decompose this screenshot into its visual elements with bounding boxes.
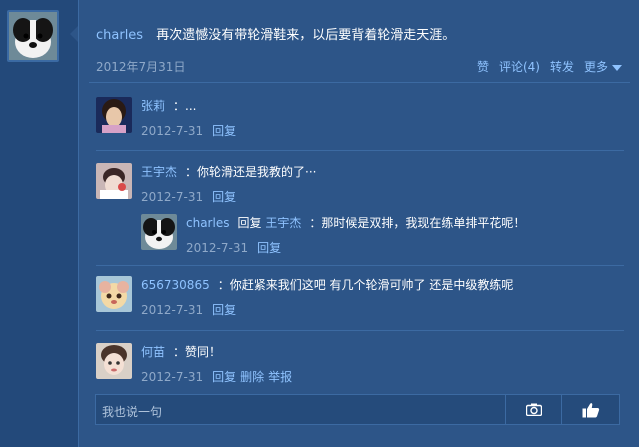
more-label: 更多: [583, 60, 608, 74]
comment-text: ...: [185, 99, 197, 113]
more-menu[interactable]: 更多: [584, 58, 622, 75]
commenter-avatar[interactable]: [96, 276, 132, 312]
repost-link[interactable]: 转发: [550, 58, 574, 75]
chevron-down-icon: [612, 64, 622, 71]
reply-content: charles 回复 王宇杰 ：那时候是双排，我现在练单排平花呢！: [186, 214, 525, 231]
divider: [96, 265, 624, 266]
comment-content: 656730865 ：你赶紧来我们这吧 有几个轮滑可帅了 还是中级教练呢: [141, 276, 513, 293]
comment-meta: 2012-7-31 回复: [186, 239, 285, 256]
reply-link[interactable]: 回复: [257, 241, 281, 255]
reply-link[interactable]: 回复: [212, 124, 236, 138]
reply-target-name[interactable]: 王宇杰: [265, 216, 301, 230]
camera-icon: [525, 403, 542, 416]
divider: [96, 330, 624, 331]
comment-content: 王宇杰 ：你轮滑还是我教的了···: [141, 163, 316, 180]
post-text: 再次遗憾没有带轮滑鞋来，以后要背着轮滑走天涯。: [156, 28, 456, 43]
like-link[interactable]: 赞: [477, 58, 489, 75]
card-pointer: [70, 26, 78, 42]
comment-link[interactable]: 评论(4): [499, 58, 540, 75]
post-author-link[interactable]: charles: [96, 28, 143, 43]
post-actions: 赞 评论(4) 转发 更多: [477, 58, 622, 75]
thumbs-up-icon: [582, 402, 599, 417]
comment-meta: 2012-7-31 回复: [141, 301, 240, 318]
reply-link[interactable]: 回复: [212, 303, 236, 317]
comment-colon: ：: [173, 99, 186, 113]
comment-colon: ：: [309, 216, 322, 230]
post-card: charles 再次遗憾没有带轮滑鞋来，以后要背着轮滑走天涯。 2012年7月3…: [78, 0, 639, 447]
commenter-avatar[interactable]: [96, 163, 132, 199]
comment-text: 你赶紧来我们这吧 有几个轮滑可帅了 还是中级教练呢: [229, 278, 514, 292]
divider: [89, 82, 630, 83]
comment-content: 何苗 ：赞同！: [141, 343, 221, 360]
commenter-name[interactable]: 王宇杰: [141, 165, 177, 179]
delete-link[interactable]: 删除: [240, 370, 264, 384]
thumbs-up-button[interactable]: [562, 395, 619, 424]
comment-meta: 2012-7-31 回复 删除 举报: [141, 368, 296, 385]
reply-word: 回复: [237, 216, 262, 230]
commenter-avatar[interactable]: [96, 97, 132, 133]
post-author-avatar[interactable]: [7, 10, 59, 62]
commenter-avatar[interactable]: [96, 343, 132, 379]
comment-date: 2012-7-31: [141, 124, 204, 138]
commenter-name[interactable]: charles: [186, 216, 229, 230]
comment-colon: ：: [217, 278, 230, 292]
comment-colon: ：: [173, 345, 186, 359]
left-column: [0, 0, 78, 447]
comment-date: 2012-7-31: [141, 190, 204, 204]
comment-text: 赞同！: [185, 345, 222, 359]
comment-meta: 2012-7-31 回复: [141, 188, 240, 205]
post-date[interactable]: 2012年7月31日: [96, 58, 185, 75]
commenter-name[interactable]: 何苗: [141, 345, 165, 359]
divider: [96, 150, 624, 151]
comment-date: 2012-7-31: [141, 370, 204, 384]
reply-link[interactable]: 回复: [212, 190, 236, 204]
photo-button[interactable]: [506, 395, 561, 424]
report-link[interactable]: 举报: [268, 370, 292, 384]
commenter-avatar[interactable]: [141, 214, 177, 250]
comment-input-placeholder[interactable]: 我也说一句: [102, 403, 162, 420]
comment-date: 2012-7-31: [186, 241, 249, 255]
commenter-name[interactable]: 张莉: [141, 99, 165, 113]
comment-content: 张莉 ：...: [141, 97, 196, 114]
comment-text: 你轮滑还是我教的了···: [197, 165, 317, 179]
comment-composer[interactable]: 我也说一句: [95, 394, 620, 425]
commenter-name[interactable]: 656730865: [141, 278, 210, 292]
comment-meta: 2012-7-31 回复: [141, 122, 240, 139]
comment-date: 2012-7-31: [141, 303, 204, 317]
comment-colon: ：: [185, 165, 198, 179]
reply-link[interactable]: 回复: [212, 370, 236, 384]
comment-text: 那时候是双排，我现在练单排平花呢！: [321, 216, 526, 230]
post-header: charles 再次遗憾没有带轮滑鞋来，以后要背着轮滑走天涯。: [96, 24, 455, 43]
